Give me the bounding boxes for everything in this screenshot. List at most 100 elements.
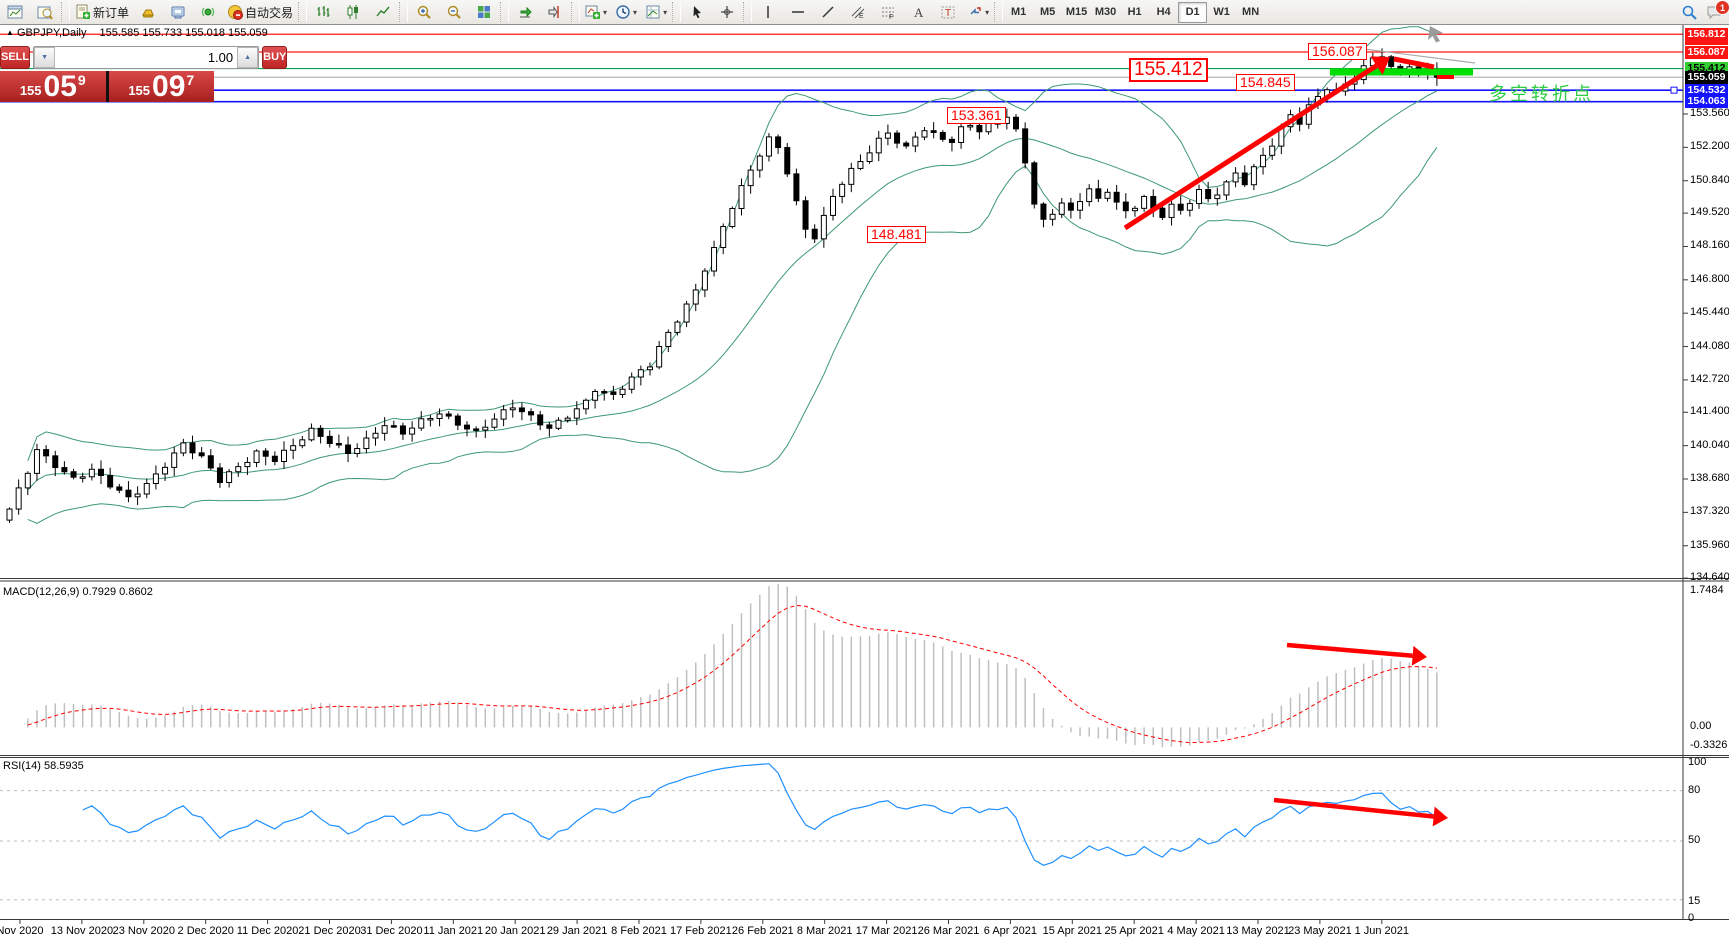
green-highlight-bar[interactable] [1330, 69, 1473, 76]
timeframe-H1[interactable]: H1 [1120, 2, 1149, 23]
bar-chart-mode-button[interactable] [309, 1, 337, 23]
vertical-line-tool-button[interactable] [754, 1, 782, 23]
price-tick-label: 135.960 [1690, 539, 1729, 551]
tile-windows-icon [476, 4, 492, 20]
trendline-icon [820, 4, 836, 20]
buy-button[interactable]: BUY [262, 46, 287, 69]
sell-button[interactable]: SELL [0, 46, 30, 69]
hidden-badge-sliver [1685, 41, 1728, 45]
price-annotation[interactable]: 153.361 [947, 107, 1006, 124]
rsi-axis-label: 80 [1688, 784, 1700, 796]
new-order-button[interactable]: 新订单 [72, 1, 132, 23]
bid-pip-digit: 9 [78, 72, 86, 88]
chart-shift-icon [547, 4, 563, 20]
templates-button[interactable]: ▾ [642, 1, 670, 23]
profile-charts-button[interactable] [31, 1, 59, 23]
timeframe-H4[interactable]: H4 [1149, 2, 1178, 23]
price-line-badge: 154.063 [1685, 95, 1728, 108]
toolbar-separator [298, 2, 307, 22]
price-line-badge: 156.812 [1685, 28, 1728, 41]
timeframe-M15[interactable]: M15 [1062, 2, 1091, 23]
date-axis-label: 29 Jan 2021 [547, 925, 608, 937]
bid-price-panel[interactable]: 155 05 9 [0, 71, 106, 102]
date-axis-label: 17 Mar 2021 [856, 925, 918, 937]
timeframe-M30[interactable]: M30 [1091, 2, 1120, 23]
toolbar-separator [743, 2, 752, 22]
timeframe-bar: M1M5M15M30H1H4D1W1MN [1004, 2, 1265, 23]
text-tool-button[interactable]: A [904, 1, 932, 23]
new-order-label: 新订单 [93, 4, 129, 21]
zoom-out-button[interactable] [440, 1, 468, 23]
gold-icon [140, 4, 156, 20]
date-axis-label: 4 May 2021 [1167, 925, 1224, 937]
metaeditor-button[interactable] [164, 1, 192, 23]
timeframe-M5[interactable]: M5 [1033, 2, 1062, 23]
price-tick-label: 138.680 [1690, 472, 1729, 484]
tile-windows-button[interactable] [470, 1, 498, 23]
price-annotation[interactable]: 155.412 [1129, 58, 1208, 82]
line-chart-mode-button[interactable] [369, 1, 397, 23]
volume-decrease-button[interactable]: ▼ [34, 47, 55, 68]
text-label-tool-button[interactable]: T [934, 1, 962, 23]
dropdown-caret-icon: ▾ [985, 8, 989, 17]
signals-button[interactable] [194, 1, 222, 23]
periods-button[interactable]: ▾ [612, 1, 640, 23]
svg-text:A: A [914, 5, 924, 20]
main-toolbar: 新订单 自动交易 ▾ ▾ [0, 0, 1729, 25]
date-axis-label: 8 Feb 2021 [611, 925, 667, 937]
timeframe-M1[interactable]: M1 [1004, 2, 1033, 23]
date-axis-label: 26 Mar 2021 [918, 925, 980, 937]
date-axis-label: 11 Dec 2020 [237, 925, 299, 937]
price-annotation[interactable]: 154.845 [1236, 74, 1295, 91]
cursor-tool-button[interactable] [683, 1, 711, 23]
price-annotation[interactable]: 148.481 [867, 226, 926, 243]
chart-window-button[interactable] [1, 1, 29, 23]
red-dash-mark[interactable] [1437, 75, 1454, 79]
price-tick-label: 134.640 [1690, 571, 1729, 583]
autotrading-icon [227, 4, 243, 20]
price-annotation[interactable]: 156.087 [1308, 43, 1367, 60]
text-label-icon: T [940, 4, 956, 20]
volume-input[interactable] [55, 47, 237, 68]
price-tick-label: 146.800 [1690, 273, 1729, 285]
dropdown-caret-icon: ▾ [603, 8, 607, 17]
timeframe-D1[interactable]: D1 [1178, 2, 1207, 23]
price-tick-label: 152.200 [1690, 140, 1729, 152]
market-watch-button[interactable] [134, 1, 162, 23]
volume-increase-button[interactable]: ▲ [237, 47, 258, 68]
toolbar-separator [61, 2, 70, 22]
one-click-trading-widget: SELL ▼ ▲ BUY 155 05 9 155 09 7 [0, 45, 214, 102]
crosshair-tool-button[interactable] [713, 1, 741, 23]
trendline-tool-button[interactable] [814, 1, 842, 23]
channel-tool-button[interactable]: E [844, 1, 872, 23]
rsi-axis-label: 100 [1688, 756, 1706, 768]
timeframe-W1[interactable]: W1 [1207, 2, 1236, 23]
chart-canvas[interactable] [0, 0, 1729, 942]
ohlc-values: 155.585 155.733 155.018 155.059 [100, 27, 268, 39]
svg-text:E: E [859, 13, 864, 20]
fibonacci-tool-button[interactable]: F [874, 1, 902, 23]
notifications-button[interactable]: 1 [1706, 4, 1723, 20]
timeframe-MN[interactable]: MN [1236, 2, 1265, 23]
autotrading-button[interactable]: 自动交易 [224, 1, 296, 23]
bull-bear-note[interactable]: 多空转折点 [1489, 80, 1594, 106]
price-tick-label: 140.040 [1690, 439, 1729, 451]
ask-price-panel[interactable]: 155 09 7 [109, 71, 215, 102]
search-icon[interactable] [1681, 4, 1698, 21]
macd-axis-label: 0.00 [1690, 720, 1711, 732]
price-line-badge: 156.087 [1685, 46, 1728, 59]
horizontal-line-tool-button[interactable] [784, 1, 812, 23]
date-axis-label: 1 Jun 2021 [1355, 925, 1409, 937]
auto-scroll-button[interactable] [511, 1, 539, 23]
zoom-in-button[interactable] [410, 1, 438, 23]
date-axis-label: 26 Feb 2021 [732, 925, 794, 937]
cursor-icon [689, 4, 705, 20]
text-icon: A [910, 4, 926, 20]
svg-text:T: T [945, 8, 951, 19]
line-chart-icon [375, 4, 391, 20]
chart-title: ▲ GBPJPY,Daily 155.585 155.733 155.018 1… [6, 27, 268, 39]
candlestick-mode-button[interactable] [339, 1, 367, 23]
indicators-button[interactable]: ▾ [582, 1, 610, 23]
arrows-tool-button[interactable]: ▾ [964, 1, 992, 23]
chart-shift-button[interactable] [541, 1, 569, 23]
